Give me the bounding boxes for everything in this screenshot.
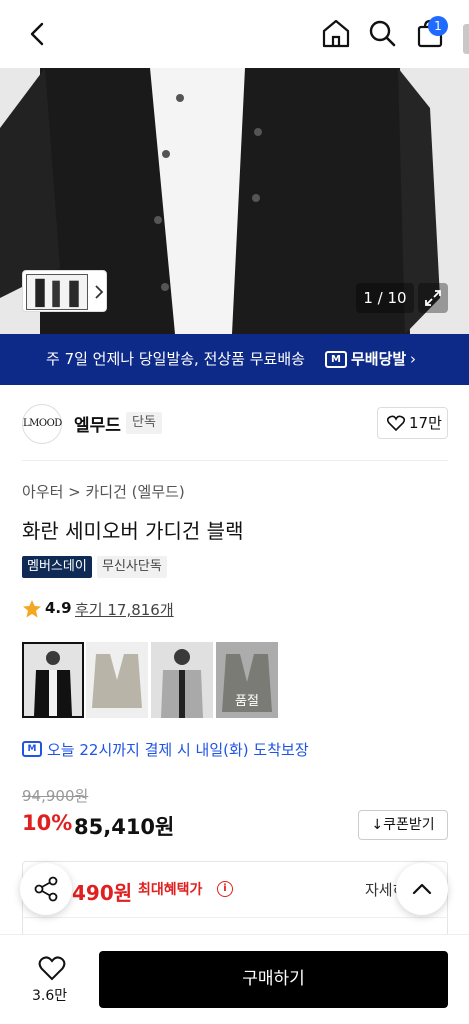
cart-count-badge: 1 <box>428 16 448 36</box>
gallery-counter: 1 / 10 <box>356 283 414 313</box>
color-swatch-beige[interactable] <box>86 642 148 718</box>
delivery-logo-icon: M <box>22 741 42 757</box>
chevron-up-icon <box>412 883 432 895</box>
expand-icon <box>425 290 441 306</box>
max-benefit-price: 490원 <box>72 881 133 905</box>
sold-out-label: 품절 <box>216 642 278 718</box>
top-bar: 1 <box>0 0 469 68</box>
get-coupon-button[interactable]: ↓쿠폰받기 <box>358 810 448 840</box>
buy-button[interactable]: 구매하기 <box>99 951 448 1008</box>
share-icon <box>34 876 58 902</box>
banner-service-name: 무배당발 <box>351 350 407 368</box>
wishlist-count: 3.6만 <box>32 988 68 1004</box>
gallery-thumbnail-strip[interactable] <box>22 270 107 312</box>
benefit-divider <box>22 917 448 918</box>
swatch-image <box>151 642 213 718</box>
coupon-label: 쿠폰받기 <box>383 817 435 833</box>
reviews-link[interactable]: 후기 17,816개 <box>75 599 174 620</box>
brand-exclusive-tag: 단독 <box>126 412 162 434</box>
banner-text: 주 7일 언제나 당일발송, 전상품 무료배송 <box>46 350 305 368</box>
color-swatch-gray[interactable] <box>151 642 213 718</box>
search-icon[interactable] <box>366 17 398 49</box>
brand-logo[interactable]: LMOOD <box>22 404 62 444</box>
members-day-badge: 멤버스데이 <box>22 556 92 578</box>
swatch-image <box>24 644 82 716</box>
max-benefit-label: 최대혜택가 <box>138 882 203 898</box>
free-shipping-banner[interactable]: 주 7일 언제나 당일발송, 전상품 무료배송 M 무배당발 › <box>0 334 469 385</box>
brand-like-button[interactable]: 17만 <box>377 407 448 439</box>
heart-icon <box>387 415 405 431</box>
discount-rate: 10% <box>22 811 73 835</box>
brand-like-count: 17만 <box>409 414 442 432</box>
download-icon: ↓ <box>371 817 384 833</box>
swatch-image <box>86 642 148 718</box>
scroll-indicator <box>463 24 469 54</box>
scroll-top-button[interactable] <box>396 863 448 915</box>
color-swatch-soldout[interactable]: 품절 <box>216 642 278 718</box>
rating-score: 4.9 <box>45 599 72 617</box>
delivery-guarantee-text[interactable]: 오늘 22시까지 결제 시 내일(화) 도착보장 <box>47 739 309 760</box>
section-divider <box>22 460 448 461</box>
chevron-right-icon: › <box>410 350 416 368</box>
original-price: 94,900원 <box>22 787 89 805</box>
expand-gallery-button[interactable] <box>418 283 448 313</box>
back-arrow-icon[interactable] <box>22 18 54 50</box>
info-icon[interactable]: i <box>217 881 233 897</box>
breadcrumb[interactable]: 아우터 > 카디건 (엘무드) <box>22 481 185 502</box>
wishlist-heart-icon[interactable] <box>38 955 66 981</box>
exclusive-badge: 무신사단독 <box>97 556 167 578</box>
home-icon[interactable] <box>319 16 353 50</box>
gallery-thumbnail <box>26 274 88 310</box>
chevron-right-icon <box>95 285 104 299</box>
color-swatch-black[interactable] <box>22 642 84 718</box>
product-title: 화란 세미오버 가디건 블랙 <box>22 519 244 543</box>
brand-name[interactable]: 엘무드 <box>74 411 121 436</box>
musinsa-delivery-logo-icon: M <box>325 351 347 368</box>
share-button[interactable] <box>20 863 72 915</box>
star-icon <box>23 600 41 618</box>
sale-price: 85,410원 <box>74 815 175 839</box>
